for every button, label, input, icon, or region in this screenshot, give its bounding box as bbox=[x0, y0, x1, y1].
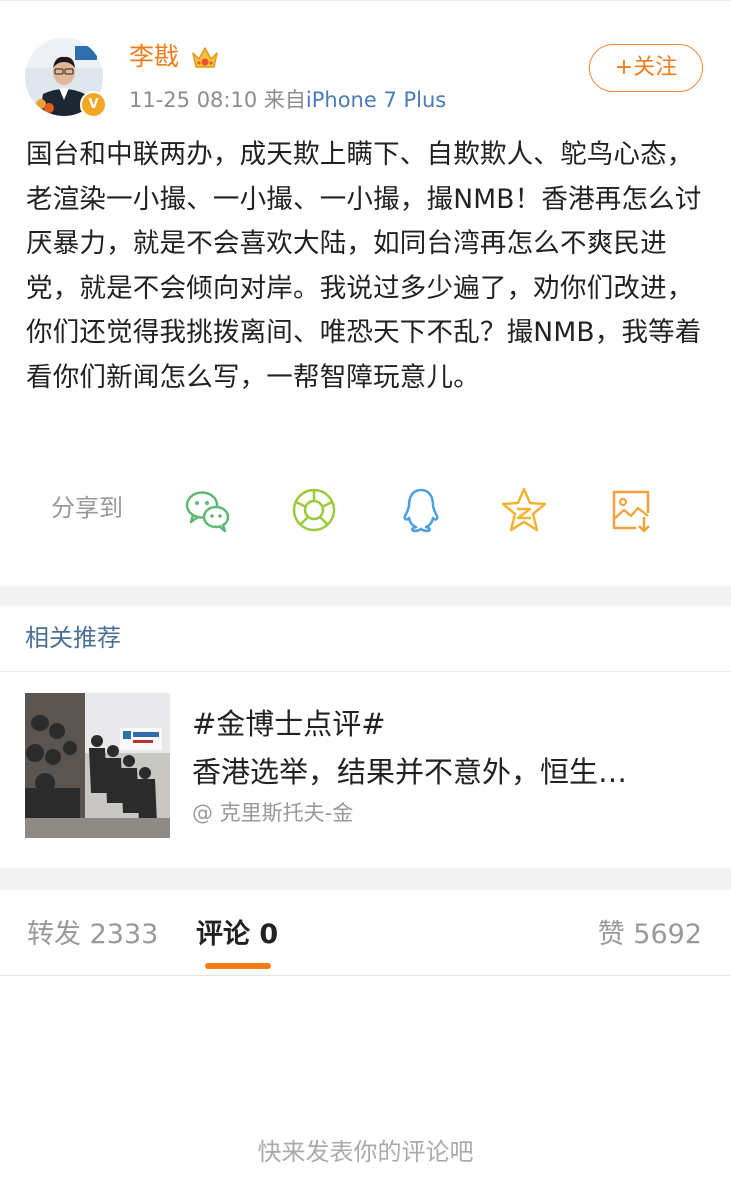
save-image-icon[interactable] bbox=[606, 485, 656, 535]
active-tab-indicator bbox=[205, 963, 271, 969]
wechat-icon[interactable] bbox=[183, 485, 233, 535]
crown-icon[interactable] bbox=[190, 43, 220, 73]
post-source[interactable]: iPhone 7 Plus bbox=[306, 88, 446, 112]
related-headline[interactable]: 香港选举，结果并不意外，恒生… bbox=[192, 753, 627, 791]
section-gap bbox=[0, 586, 731, 606]
share-label: 分享到 bbox=[51, 494, 123, 522]
tab-comments[interactable]: 评论 0 bbox=[196, 917, 278, 953]
related-hashtag[interactable]: #金博士点评# bbox=[192, 705, 386, 743]
author-name[interactable]: 李戡 bbox=[129, 42, 179, 72]
related-author[interactable]: @ 克里斯托夫-金 bbox=[192, 799, 353, 827]
related-thumbnail[interactable] bbox=[25, 693, 170, 838]
tabs-divider bbox=[0, 975, 731, 976]
moments-icon[interactable] bbox=[289, 485, 339, 535]
comments-empty-prompt: 快来发表你的评论吧 bbox=[257, 1138, 474, 1166]
tab-likes[interactable]: 赞 5692 bbox=[598, 917, 702, 953]
follow-button[interactable]: +关注 bbox=[589, 44, 703, 92]
qq-icon[interactable] bbox=[396, 485, 446, 535]
post-meta: 11-25 08:10 来自iPhone 7 Plus bbox=[129, 87, 446, 113]
post-text: 国台和中联两办，成天欺上瞒下、自欺欺人、鸵鸟心态，老渲染一小撮、一小撮、一小撮，… bbox=[26, 139, 702, 393]
post-time: 11-25 08:10 bbox=[129, 88, 258, 112]
top-divider bbox=[0, 0, 731, 1]
post-source-prefix: 来自 bbox=[263, 88, 306, 112]
verified-badge: V bbox=[80, 91, 107, 118]
qzone-icon[interactable] bbox=[499, 485, 549, 535]
tab-repost[interactable]: 转发 2333 bbox=[27, 917, 158, 953]
section-gap bbox=[0, 868, 731, 890]
related-divider bbox=[0, 671, 731, 672]
related-title: 相关推荐 bbox=[25, 624, 121, 652]
